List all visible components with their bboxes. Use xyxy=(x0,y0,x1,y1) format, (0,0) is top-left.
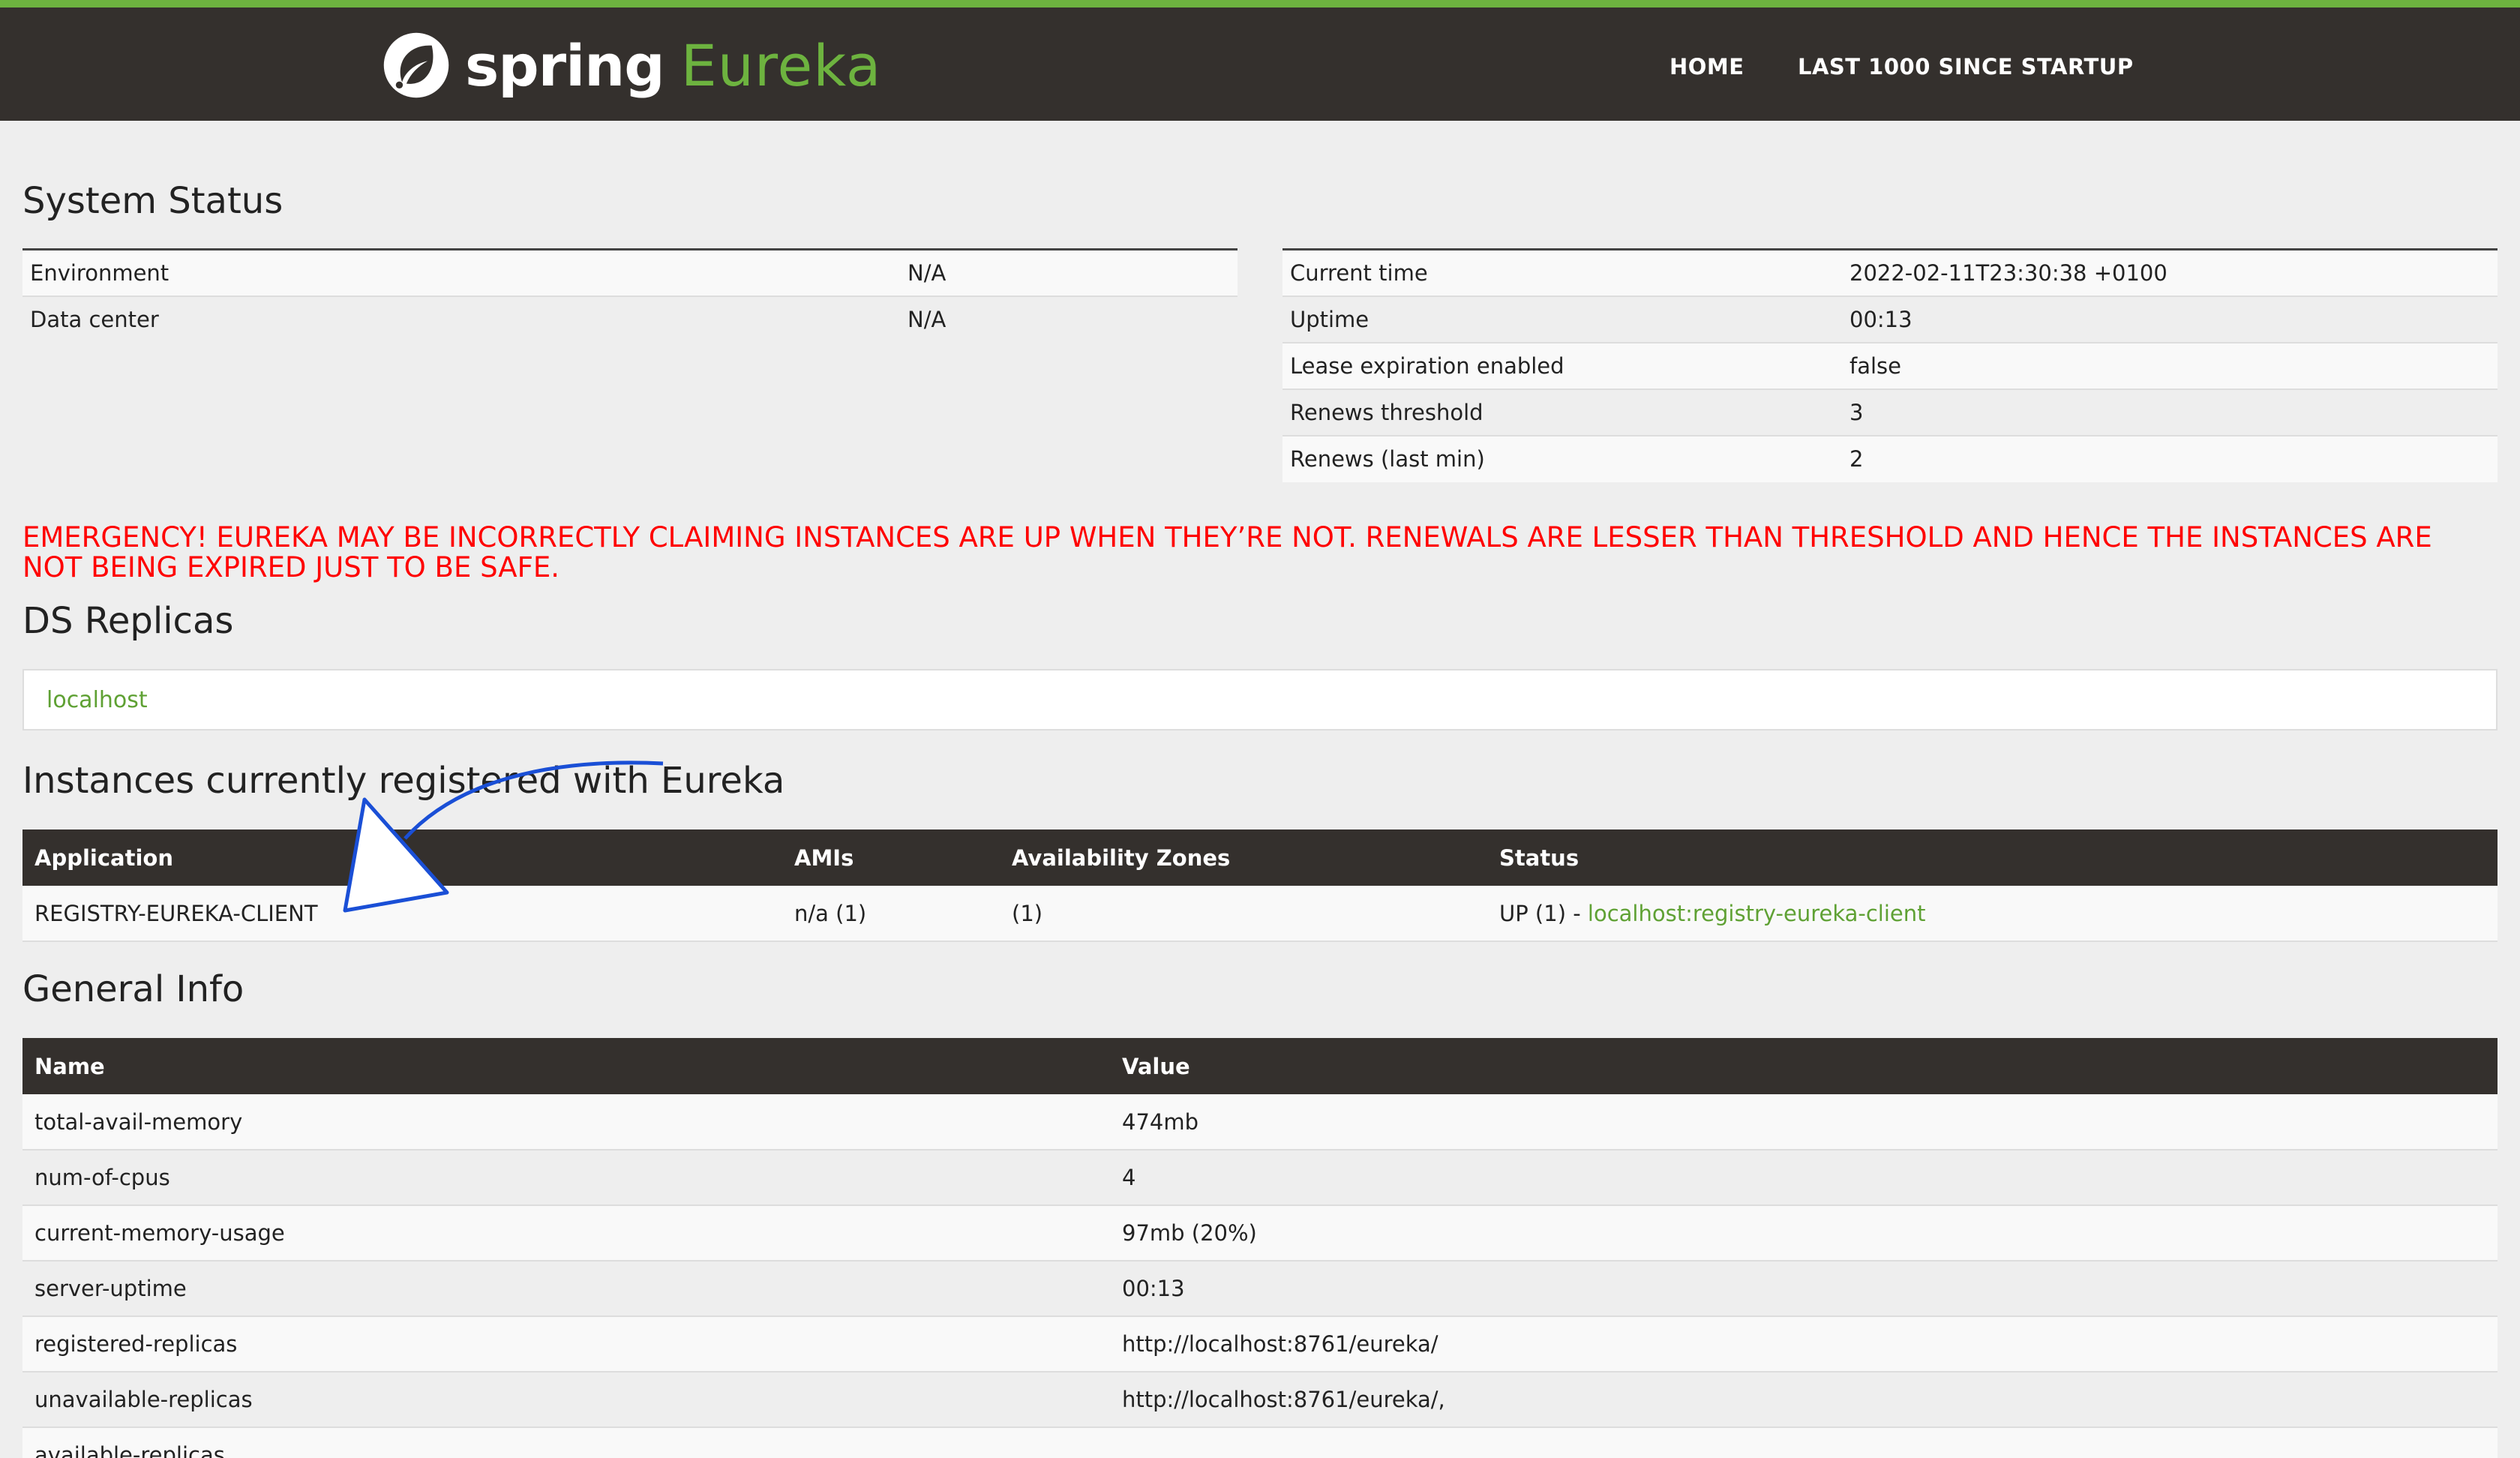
info-value xyxy=(1110,1427,2498,1458)
status-value: 3 xyxy=(1842,388,2498,436)
column-header-name: Name xyxy=(22,1038,1110,1094)
table-header-row: Name Value xyxy=(22,1038,2498,1094)
table-header-row: Application AMIs Availability Zones Stat… xyxy=(22,830,2498,886)
system-status-title: System Status xyxy=(22,180,284,222)
general-info-table: Name Value total-avail-memory 474mb num-… xyxy=(22,1038,2498,1458)
table-row: available-replicas xyxy=(22,1427,2498,1458)
info-name: unavailable-replicas xyxy=(22,1372,1110,1428)
status-label: Renews threshold xyxy=(1282,388,1842,436)
column-header-value: Value xyxy=(1110,1038,2498,1094)
status-value: 2022-02-11T23:30:38 +0100 xyxy=(1842,248,2498,296)
info-value: 97mb (20%) xyxy=(1110,1205,2498,1262)
column-header-zones: Availability Zones xyxy=(1000,830,1487,886)
info-name: registered-replicas xyxy=(22,1316,1110,1372)
info-name: current-memory-usage xyxy=(22,1205,1110,1262)
brand-spring-text: spring xyxy=(465,32,665,99)
info-value: 474mb xyxy=(1110,1094,2498,1150)
general-info-title: General Info xyxy=(22,968,244,1010)
table-row: Current time 2022-02-11T23:30:38 +0100 xyxy=(1282,248,2498,296)
nav-last-1000: LAST 1000 SINCE STARTUP xyxy=(1798,54,2134,80)
instance-status-text: UP (1) - xyxy=(1499,900,1588,926)
table-row: Uptime 00:13 xyxy=(1282,295,2498,343)
table-row: Lease expiration enabled false xyxy=(1282,341,2498,389)
top-navbar: spring Eureka HOME LAST 1000 SINCE START… xyxy=(0,0,2520,121)
info-name: available-replicas xyxy=(22,1427,1110,1458)
table-row: Data center N/A xyxy=(22,295,1238,343)
table-row: Renews (last min) 2 xyxy=(1282,434,2498,482)
ds-replicas-box: localhost xyxy=(22,669,2498,730)
instances-title: Instances currently registered with Eure… xyxy=(22,760,785,802)
status-label: Lease expiration enabled xyxy=(1282,341,1842,389)
table-row: Environment N/A xyxy=(22,248,1238,296)
column-header-status: Status xyxy=(1487,830,2498,886)
status-label: Renews (last min) xyxy=(1282,434,1842,482)
instance-zones: (1) xyxy=(1000,886,1487,942)
nav-home: HOME xyxy=(1670,54,1744,80)
table-row: server-uptime 00:13 xyxy=(22,1261,2498,1317)
table-row: current-memory-usage 97mb (20%) xyxy=(22,1205,2498,1262)
nav-home-link[interactable]: HOME xyxy=(1670,54,1744,80)
status-value: N/A xyxy=(900,295,1238,343)
info-value: 00:13 xyxy=(1110,1261,2498,1317)
instance-status: UP (1) - localhost:registry-eureka-clien… xyxy=(1487,886,2498,942)
brand-eureka-text: Eureka xyxy=(680,32,882,99)
replica-link-localhost[interactable]: localhost xyxy=(46,687,148,713)
status-label: Uptime xyxy=(1282,295,1842,343)
status-value: 00:13 xyxy=(1842,295,2498,343)
system-status-right-table: Current time 2022-02-11T23:30:38 +0100 U… xyxy=(1282,248,2498,482)
status-label: Data center xyxy=(22,295,900,343)
eureka-dashboard: spring Eureka HOME LAST 1000 SINCE START… xyxy=(0,0,2520,1458)
table-row: registered-replicas http://localhost:876… xyxy=(22,1316,2498,1372)
table-row: REGISTRY-EUREKA-CLIENT n/a (1) (1) UP (1… xyxy=(22,886,2498,942)
table-row: num-of-cpus 4 xyxy=(22,1150,2498,1206)
info-value: http://localhost:8761/eureka/ xyxy=(1110,1316,2498,1372)
status-value: N/A xyxy=(900,248,1238,296)
system-status-left-table: Environment N/A Data center N/A xyxy=(22,248,1238,343)
status-label: Environment xyxy=(22,248,900,296)
info-name: server-uptime xyxy=(22,1261,1110,1317)
table-row: Renews threshold 3 xyxy=(1282,388,2498,436)
nav-last-1000-link[interactable]: LAST 1000 SINCE STARTUP xyxy=(1798,54,2134,80)
info-value: http://localhost:8761/eureka/, xyxy=(1110,1372,2498,1428)
instance-application: REGISTRY-EUREKA-CLIENT xyxy=(22,886,782,942)
column-header-application: Application xyxy=(22,830,782,886)
column-header-amis: AMIs xyxy=(782,830,1000,886)
emergency-warning: EMERGENCY! EUREKA MAY BE INCORRECTLY CLA… xyxy=(22,521,2432,584)
status-label: Current time xyxy=(1282,248,1842,296)
info-name: total-avail-memory xyxy=(22,1094,1110,1150)
status-value: false xyxy=(1842,341,2498,389)
ds-replicas-title: DS Replicas xyxy=(22,600,234,642)
info-value: 4 xyxy=(1110,1150,2498,1206)
table-row: unavailable-replicas http://localhost:87… xyxy=(22,1372,2498,1428)
instance-amis: n/a (1) xyxy=(782,886,1000,942)
brand[interactable]: spring Eureka xyxy=(381,24,881,106)
instances-table: Application AMIs Availability Zones Stat… xyxy=(22,830,2498,942)
spring-leaf-icon xyxy=(383,32,449,98)
table-row: total-avail-memory 474mb xyxy=(22,1094,2498,1150)
info-name: num-of-cpus xyxy=(22,1150,1110,1206)
instance-status-link[interactable]: localhost:registry-eureka-client xyxy=(1588,901,1926,926)
status-value: 2 xyxy=(1842,434,2498,482)
